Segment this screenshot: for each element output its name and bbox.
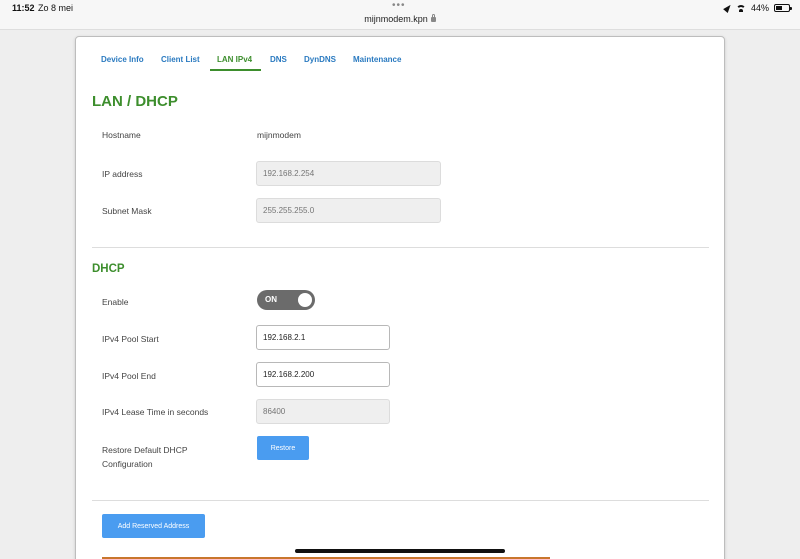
dhcp-enable-toggle[interactable]: ON [257, 290, 315, 310]
pool-start-input[interactable] [256, 325, 390, 350]
restore-button[interactable]: Restore [257, 436, 309, 460]
section-divider-2 [92, 500, 709, 501]
tab-dns[interactable]: DNS [270, 55, 287, 64]
status-bar: 11:52 Zo 8 mei ••• mijnmodem.kpn 44% [0, 0, 800, 30]
pool-end-label: IPv4 Pool End [102, 371, 156, 381]
lease-time-input [256, 399, 390, 424]
url-text: mijnmodem.kpn [364, 14, 428, 24]
tab-dyndns[interactable]: DynDNS [304, 55, 336, 64]
location-icon [723, 3, 733, 13]
battery-icon [774, 4, 792, 12]
status-indicators: 44% [723, 3, 792, 13]
more-dots-icon[interactable]: ••• [392, 0, 406, 11]
toggle-knob [298, 293, 312, 307]
hostname-label: Hostname [102, 130, 141, 140]
wifi-icon [735, 4, 746, 12]
status-time: 11:52 [12, 3, 35, 13]
tab-client-list[interactable]: Client List [161, 55, 200, 64]
add-reserved-address-button[interactable]: Add Reserved Address [102, 514, 205, 538]
tab-device-info[interactable]: Device Info [101, 55, 144, 64]
ip-address-label: IP address [102, 169, 143, 179]
active-tab-indicator [210, 69, 261, 71]
restore-default-label: Restore Default DHCP Configuration [102, 443, 188, 471]
pool-start-label: IPv4 Pool Start [102, 334, 159, 344]
tab-maintenance[interactable]: Maintenance [353, 55, 401, 64]
section-divider [92, 247, 709, 248]
ip-address-input [256, 161, 441, 186]
settings-card: Device Info Client List LAN IPv4 DNS Dyn… [75, 36, 725, 559]
home-indicator[interactable] [295, 549, 505, 553]
lock-icon [430, 14, 436, 22]
tab-lan-ipv4[interactable]: LAN IPv4 [217, 55, 252, 64]
dhcp-section-title: DHCP [92, 263, 125, 275]
restore-label-line2: Configuration [102, 459, 153, 469]
address-bar[interactable]: mijnmodem.kpn [0, 14, 800, 24]
lease-time-label: IPv4 Lease Time in seconds [102, 407, 209, 417]
dhcp-enable-label: Enable [102, 297, 129, 307]
hostname-value: mijnmodem [257, 130, 301, 140]
restore-label-line1: Restore Default DHCP [102, 445, 188, 455]
status-date: Zo 8 mei [38, 3, 74, 13]
subnet-mask-input [256, 198, 441, 223]
battery-percent: 44% [750, 3, 769, 13]
pool-end-input[interactable] [256, 362, 390, 387]
tab-bar: Device Info Client List LAN IPv4 DNS Dyn… [76, 37, 726, 73]
toggle-state-label: ON [265, 295, 277, 304]
page-title: LAN / DHCP [92, 93, 178, 110]
subnet-mask-label: Subnet Mask [102, 206, 152, 216]
